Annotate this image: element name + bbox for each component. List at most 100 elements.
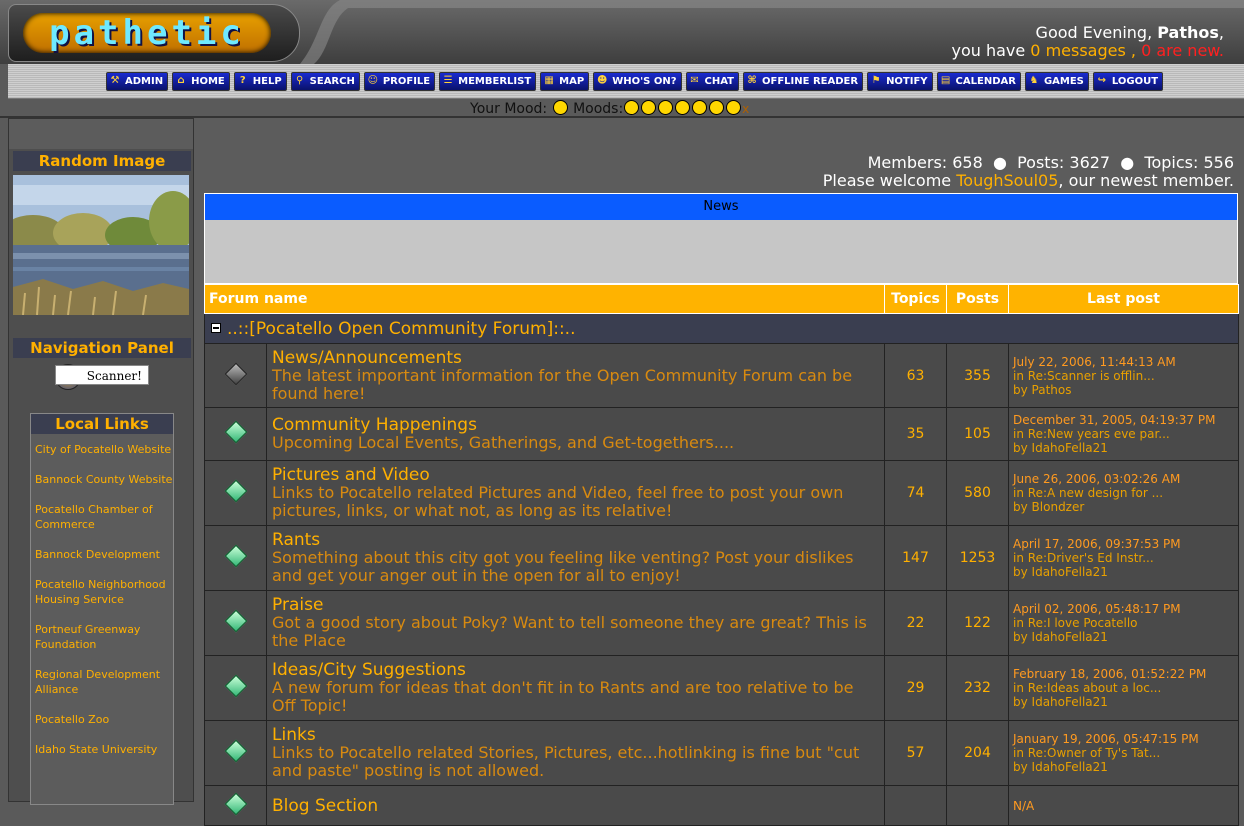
local-link[interactable]: Pocatello Zoo	[35, 712, 173, 727]
table-row: Praise Got a good story about Poky? Want …	[204, 590, 1240, 656]
local-link[interactable]: Bannock Development	[35, 547, 173, 562]
last-post-topic-link[interactable]: in Re:Owner of Ty's Tat...	[1013, 746, 1237, 760]
forum-posts-count: 122	[946, 590, 1010, 656]
new-messages-link[interactable]: 0 are new.	[1141, 41, 1224, 60]
random-image[interactable]	[13, 175, 189, 315]
last-post-topic-link[interactable]: in Re:A new design for ...	[1013, 486, 1237, 500]
mood-smirk-icon[interactable]	[692, 100, 708, 115]
last-post-topic-link[interactable]: in Re:I love Pocatello	[1013, 616, 1237, 630]
forum-name-link[interactable]: Rants	[272, 531, 880, 549]
category-title[interactable]: ..::[Pocatello Open Community Forum]::..	[227, 319, 575, 339]
nav-button-notify[interactable]: ⚑ NOTIFY	[867, 72, 933, 91]
forum-last-post: April 17, 2006, 09:37:53 PM in Re:Driver'…	[1008, 525, 1240, 591]
forum-name-link[interactable]: Links	[272, 726, 880, 744]
local-link[interactable]: Idaho State University	[35, 742, 173, 757]
forum-name-link[interactable]: Blog Section	[272, 797, 880, 815]
last-post-author-link[interactable]: by IdahoFella21	[1013, 630, 1237, 644]
mood-sad-icon[interactable]	[658, 100, 674, 115]
mood-wink-icon[interactable]	[709, 100, 725, 115]
forum-name-link[interactable]: Praise	[272, 596, 880, 614]
logout-icon: ↪	[1097, 75, 1107, 86]
forum-description: Something about this city got you feelin…	[272, 548, 854, 585]
navigation-panel-title: Navigation Panel	[13, 338, 191, 358]
news-title: News	[205, 194, 1237, 220]
nav-button-profile[interactable]: ☺ PROFILE	[363, 72, 436, 91]
forum-description: The latest important information for the…	[272, 365, 853, 403]
forum-status-cell	[204, 590, 267, 656]
site-logo[interactable]: pathetic	[8, 4, 300, 62]
nav-button-who-s-on[interactable]: ☻ WHO'S ON?	[593, 72, 682, 91]
messages-prefix: you have	[951, 41, 1031, 60]
messages-link[interactable]: 0 messages	[1030, 41, 1126, 60]
nav-button-memberlist[interactable]: ☰ MEMBERLIST	[439, 72, 537, 91]
last-post-author-link[interactable]: by IdahoFella21	[1013, 565, 1237, 579]
forum-topics-count: 63	[884, 343, 948, 408]
forum-name-link[interactable]: Community Happenings	[272, 416, 880, 434]
forum-name-link[interactable]: Pictures and Video	[272, 466, 880, 484]
nav-button-calendar[interactable]: ▤ CALENDAR	[936, 72, 1021, 91]
forum-status-cell	[204, 525, 267, 591]
forum-name-cell: Praise Got a good story about Poky? Want …	[265, 590, 886, 656]
nav-button-label: CHAT	[704, 76, 735, 87]
help-icon: ?	[239, 75, 246, 86]
local-link[interactable]: Bannock County Website	[35, 472, 173, 487]
nav-button-label: NOTIFY	[886, 76, 928, 87]
nav-button-help[interactable]: ? HELP	[233, 72, 287, 91]
local-link[interactable]: City of Pocatello Website	[35, 442, 173, 457]
forum-description: Got a good story about Poky? Want to tel…	[272, 613, 867, 650]
local-links-panel: Local Links City of Pocatello Website Ba…	[30, 413, 174, 805]
forum-stats: Members: 658 ● Posts: 3627 ● Topics: 556…	[823, 154, 1234, 190]
forum-description: Links to Pocatello related Stories, Pict…	[272, 743, 860, 780]
nav-button-games[interactable]: ♞ GAMES	[1024, 72, 1089, 91]
nav-button-map[interactable]: ▦ MAP	[540, 72, 590, 91]
last-post-topic-link[interactable]: in Re:New years eve par...	[1013, 427, 1237, 441]
local-link[interactable]: Pocatello Chamber of Commerce	[35, 502, 173, 532]
last-post-topic-link[interactable]: in Re:Ideas about a loc...	[1013, 681, 1237, 695]
last-post-author-link[interactable]: by IdahoFella21	[1013, 441, 1237, 455]
newest-member-link[interactable]: ToughSoul05	[956, 171, 1058, 190]
nav-button-logout[interactable]: ↪ LOGOUT	[1092, 72, 1164, 91]
forum-last-post: January 19, 2006, 05:47:15 PM in Re:Owner…	[1008, 720, 1240, 786]
last-post-topic-link[interactable]: in Re:Driver's Ed Instr...	[1013, 551, 1237, 565]
nav-button-search[interactable]: ⚲ SEARCH	[290, 72, 360, 91]
wrench-icon: ⚒	[110, 75, 120, 86]
clear-mood-link[interactable]: x	[742, 102, 749, 116]
forum-name-link[interactable]: Ideas/City Suggestions	[272, 661, 880, 679]
main-content: Members: 658 ● Posts: 3627 ● Topics: 556…	[194, 118, 1244, 826]
last-post-author-link[interactable]: by Blondzer	[1013, 500, 1237, 514]
category-cell[interactable]: ..::[Pocatello Open Community Forum]::..	[203, 313, 1240, 344]
search-icon: ⚲	[295, 75, 304, 86]
last-post-author-link[interactable]: by Pathos	[1013, 383, 1237, 397]
forum-posts-count: 580	[946, 460, 1010, 526]
forum-name-link[interactable]: News/Announcements	[272, 349, 880, 367]
username[interactable]: Pathos	[1157, 23, 1219, 42]
current-mood-icon	[552, 100, 568, 115]
nav-button-chat[interactable]: ✉ CHAT	[685, 72, 740, 91]
nav-button-home[interactable]: ⌂ HOME	[172, 72, 230, 91]
last-post-topic-link[interactable]: in Re:Scanner is offlin...	[1013, 369, 1237, 383]
mood-happy-icon[interactable]	[624, 100, 640, 115]
nav-buttons: ⚒ ADMIN ⌂ HOME? HELP ⚲ SEARCH ☺ PROFILE ☰ MEMBERLI…	[106, 72, 1164, 91]
mood-laugh-icon[interactable]	[726, 100, 742, 115]
last-post-date: December 31, 2005, 04:19:37 PM	[1013, 413, 1216, 427]
mood-angry-icon[interactable]	[675, 100, 691, 115]
forum-description: A new forum for ideas that don't fit in …	[272, 678, 854, 715]
random-image-title: Random Image	[13, 151, 191, 171]
local-link[interactable]: Regional Development Alliance	[35, 667, 173, 697]
nav-button-offline-reader[interactable]: ⌘ OFFLINE READER	[743, 72, 864, 91]
last-post-date: N/A	[1013, 798, 1035, 813]
last-post-author-link[interactable]: by IdahoFella21	[1013, 760, 1237, 774]
local-links-title: Local Links	[31, 414, 173, 434]
col-last-post: Last post	[1008, 284, 1240, 314]
local-link[interactable]: Pocatello Neighborhood Housing Service	[35, 577, 173, 607]
local-link[interactable]: Portneuf Greenway Foundation	[35, 622, 173, 652]
messages-separator: ,	[1125, 41, 1142, 60]
mood-cool-icon[interactable]	[641, 100, 657, 115]
greeting-suffix: ,	[1218, 23, 1224, 42]
scanner-button[interactable]: Scanner!	[55, 365, 149, 385]
last-post-author-link[interactable]: by IdahoFella21	[1013, 695, 1237, 709]
random-image-pond-picture	[13, 175, 189, 315]
collapse-icon[interactable]	[211, 322, 221, 333]
forum-last-post: June 26, 2006, 03:02:26 AM in Re:A new de…	[1008, 460, 1240, 526]
nav-button-admin[interactable]: ⚒ ADMIN	[106, 72, 169, 91]
